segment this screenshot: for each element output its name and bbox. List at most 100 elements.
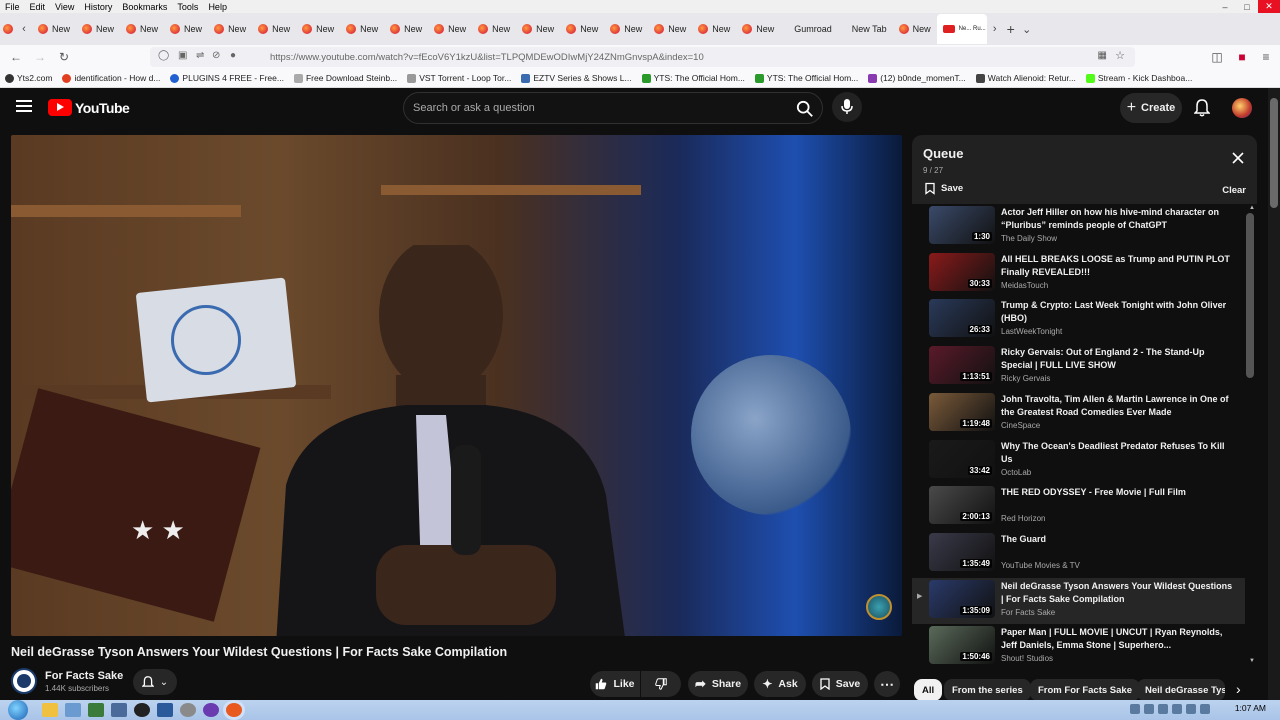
queue-item[interactable]: 1:30 Actor Jeff Hiller on how his hive-mi… [912,204,1245,250]
bookmark-item[interactable]: YTS: The Official Hom... [750,73,863,83]
tab-new-tab[interactable]: New Tab [838,15,893,43]
queue-item[interactable]: 30:33 All HELL BREAKS LOOSE as Trump and … [912,251,1245,297]
bookmark-item[interactable]: EZTV Series & Shows L... [516,73,636,83]
queue-item-title[interactable]: Actor Jeff Hiller on how his hive-mind c… [1001,206,1237,232]
share-button[interactable]: ➦ Share [688,671,748,697]
tab[interactable]: New [516,15,560,43]
tab-active[interactable]: Ne... Ru...✕ [936,14,987,44]
menu-bookmarks[interactable]: Bookmarks [117,2,172,12]
tray-icon[interactable] [1130,704,1140,714]
bookmark-item[interactable]: Yts2.com [0,73,57,83]
page-scrollbar[interactable] [1268,88,1280,700]
queue-item-thumbnail[interactable]: 1:30 [929,206,995,244]
bookmark-item[interactable]: identification - How d... [57,73,165,83]
menu-help[interactable]: Help [203,2,232,12]
menu-tools[interactable]: Tools [172,2,203,12]
network-icon[interactable] [1172,704,1182,714]
queue-item-title[interactable]: Trump & Crypto: Last Week Tonight with J… [1001,299,1237,325]
maximize-icon[interactable]: □ [1236,0,1258,13]
bookmark-item[interactable]: VST Torrent - Loop Tor... [402,73,516,83]
tab[interactable]: New [692,15,736,43]
bookmark-item[interactable]: Free Download Steinb... [289,73,402,83]
search-input[interactable]: Search or ask a question [413,102,535,114]
tab[interactable]: New [560,15,604,43]
chip-related[interactable]: Neil deGrasse Tys [1137,679,1225,701]
blocked-icon[interactable]: ⊘ [212,50,220,61]
chevron-right-icon[interactable]: › [1236,681,1241,697]
queue-item-title[interactable]: THE RED ODYSSEY - Free Movie | Full Film [1001,486,1237,499]
close-window-icon[interactable]: ✕ [1258,0,1280,13]
taskbar-app-icon[interactable] [203,703,219,717]
queue-item-thumbnail[interactable]: 26:33 [929,299,995,338]
queue-item[interactable]: ▶ 1:35:09 Neil deGrasse Tyson Answers Your… [912,577,1245,624]
bookmark-item[interactable]: (12) b0nde_momenT... [863,73,971,83]
tab[interactable]: New [208,15,252,43]
file-explorer-icon[interactable] [42,703,58,717]
minimize-icon[interactable]: – [1214,0,1236,13]
tab-scroll-left-icon[interactable]: ‹ [16,15,32,43]
tray-icon[interactable] [1186,704,1196,714]
tab[interactable]: New [120,15,164,43]
queue-item-thumbnail[interactable]: 2:00:13 [929,486,995,525]
scroll-up-icon[interactable]: ▲ [1249,205,1255,211]
queue-clear-button[interactable]: Clear [1222,185,1246,196]
menu-history[interactable]: History [79,2,117,12]
queue-item[interactable]: 1:19:48 John Travolta, Tim Allen & Martin… [912,391,1245,437]
youtube-logo[interactable]: YouTube [48,99,130,116]
close-icon[interactable] [1231,151,1245,165]
chip-all[interactable]: All [914,679,943,701]
queue-item-title[interactable]: All HELL BREAKS LOOSE as Trump and PUTIN… [1001,253,1237,279]
channel-watermark-icon[interactable] [866,594,892,620]
queue-scrollbar[interactable] [1246,213,1254,378]
queue-item[interactable]: 2:00:13 THE RED ODYSSEY - Free Movie | Fu… [912,484,1245,530]
bookmark-item[interactable]: PLUGINS 4 FREE - Free... [165,73,289,83]
tab[interactable]: New [296,15,340,43]
taskbar-app-icon[interactable] [65,703,81,717]
microphone-button[interactable] [832,92,862,122]
tab[interactable]: New [736,15,780,43]
tab-list-icon[interactable]: ⌄ [1019,15,1035,43]
tab[interactable]: New [384,15,428,43]
save-button[interactable]: Save [812,671,868,697]
bookmark-item[interactable]: YTS: The Official Hom... [637,73,750,83]
taskbar-app-icon[interactable] [134,703,150,717]
page-scrollbar-thumb[interactable] [1270,98,1278,208]
tab-scroll-right-icon[interactable]: › [987,15,1003,43]
bookmark-item[interactable]: Stream - Kick Dashboa... [1081,73,1197,83]
volume-icon[interactable] [1158,704,1168,714]
notifications-bell-icon[interactable] [1194,99,1210,117]
user-avatar[interactable] [1232,98,1252,118]
site-info-icon[interactable]: ● [230,50,236,61]
queue-item[interactable]: 26:33 Trump & Crypto: Last Week Tonight w… [912,297,1245,343]
tab[interactable]: New [428,15,472,43]
tray-icon[interactable] [1200,704,1210,714]
menu-file[interactable]: File [0,2,25,12]
queue-item-title[interactable]: Why The Ocean's Deadliest Predator Refus… [1001,440,1237,466]
dislike-button[interactable] [641,671,681,697]
menu-view[interactable]: View [50,2,79,12]
queue-item-title[interactable]: The Guard [1001,533,1237,546]
channel-avatar[interactable] [11,668,37,694]
queue-item-title[interactable]: Ricky Gervais: Out of England 2 - The St… [1001,346,1237,372]
forward-icon[interactable]: → [28,45,52,69]
account-icon[interactable]: ■ [1230,45,1254,69]
reload-icon[interactable]: ↻ [52,45,76,69]
tab[interactable]: New [648,15,692,43]
queue-item-title[interactable]: Neil deGrasse Tyson Answers Your Wildest… [1001,580,1237,606]
queue-item-thumbnail[interactable]: 1:13:51 [929,346,995,385]
taskbar-clock[interactable]: 1:07 AM [1235,703,1266,713]
queue-item[interactable]: 1:35:49 The Guard YouTube Movies & TV [912,531,1245,577]
chip-from-channel[interactable]: From For Facts Sake [1030,679,1140,701]
queue-item[interactable]: 33:42 Why The Ocean's Deadliest Predator … [912,438,1245,484]
queue-item-thumbnail[interactable]: 30:33 [929,252,995,291]
reader-view-icon[interactable]: ▦ [1098,50,1107,61]
queue-item-thumbnail[interactable]: 1:19:48 [929,392,995,431]
chip-from-the-series[interactable]: From the series [944,679,1031,701]
lock-icon[interactable]: ▣ [178,50,187,61]
like-button[interactable]: Like [590,671,640,697]
ask-button[interactable]: ✦ Ask [754,671,806,697]
queue-item-title[interactable]: John Travolta, Tim Allen & Martin Lawren… [1001,393,1237,419]
extensions-icon[interactable]: ◫ [1205,45,1229,69]
address-bar[interactable]: ◯ ▣ ⇌ ⊘ ● https://www.youtube.com/watch?… [150,47,1135,67]
queue-item-thumbnail[interactable]: 1:35:49 [929,532,995,571]
